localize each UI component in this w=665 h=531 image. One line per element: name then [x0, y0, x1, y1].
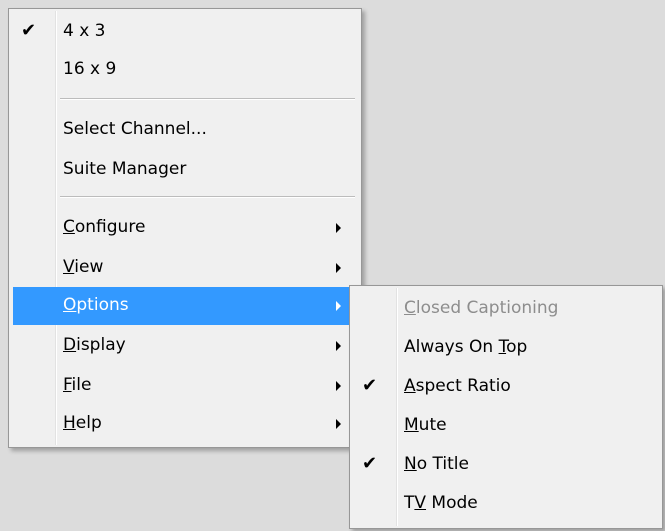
menu-item-select-channel[interactable]: Select Channel...	[13, 111, 357, 149]
menu-item-label: No Title	[404, 454, 469, 474]
menu-item-file[interactable]: File	[13, 367, 357, 405]
menu-item-mute[interactable]: Mute	[354, 407, 658, 445]
menu-separator	[60, 98, 355, 100]
context-menu: ✔ 4 x 3 16 x 9 Select Channel... Suite M…	[8, 8, 362, 448]
menu-item-view[interactable]: View	[13, 249, 357, 287]
menu-item-label: Help	[63, 413, 102, 433]
menu-item-label: Suite Manager	[63, 159, 187, 179]
menu-item-help[interactable]: Help	[13, 405, 357, 443]
options-submenu: Closed Captioning Always On Top ✔ Aspect…	[349, 285, 663, 529]
menu-separator	[60, 196, 355, 198]
menu-item-aspect-ratio[interactable]: ✔ Aspect Ratio	[354, 368, 658, 406]
menu-item-label: Aspect Ratio	[404, 376, 511, 396]
submenu-arrow-icon	[336, 263, 341, 273]
menu-item-label: Mute	[404, 415, 447, 435]
submenu-arrow-icon	[336, 419, 341, 429]
menu-item-closed-captioning[interactable]: Closed Captioning	[354, 290, 658, 328]
menu-item-label: 16 x 9	[63, 59, 117, 79]
menu-item-suite-manager[interactable]: Suite Manager	[13, 151, 357, 189]
menu-item-label: TV Mode	[404, 493, 478, 513]
menu-item-label: Always On Top	[404, 337, 528, 357]
menu-item-label: Options	[63, 295, 129, 315]
menu-item-no-title[interactable]: ✔ No Title	[354, 446, 658, 484]
submenu-arrow-icon	[336, 381, 341, 391]
menu-item-configure[interactable]: Configure	[13, 209, 357, 247]
checkmark-icon: ✔	[21, 20, 37, 41]
menu-item-16x9[interactable]: 16 x 9	[13, 51, 357, 89]
submenu-arrow-icon	[336, 301, 341, 311]
menu-item-label: Display	[63, 335, 126, 355]
submenu-arrow-icon	[336, 223, 341, 233]
menu-item-label: Configure	[63, 217, 146, 237]
checkmark-icon: ✔	[362, 375, 378, 396]
menu-item-options[interactable]: Options	[13, 287, 357, 325]
menu-item-always-on-top[interactable]: Always On Top	[354, 329, 658, 367]
menu-item-display[interactable]: Display	[13, 327, 357, 365]
menu-item-label: File	[63, 375, 92, 395]
checkmark-icon: ✔	[362, 453, 378, 474]
menu-item-label: View	[63, 257, 104, 277]
menu-item-label: Closed Captioning	[404, 298, 559, 318]
menu-item-tv-mode[interactable]: TV Mode	[354, 485, 658, 523]
submenu-arrow-icon	[336, 341, 341, 351]
menu-item-4x3[interactable]: ✔ 4 x 3	[13, 13, 357, 51]
menu-item-label: Select Channel...	[63, 119, 207, 139]
menu-item-label: 4 x 3	[63, 21, 106, 41]
